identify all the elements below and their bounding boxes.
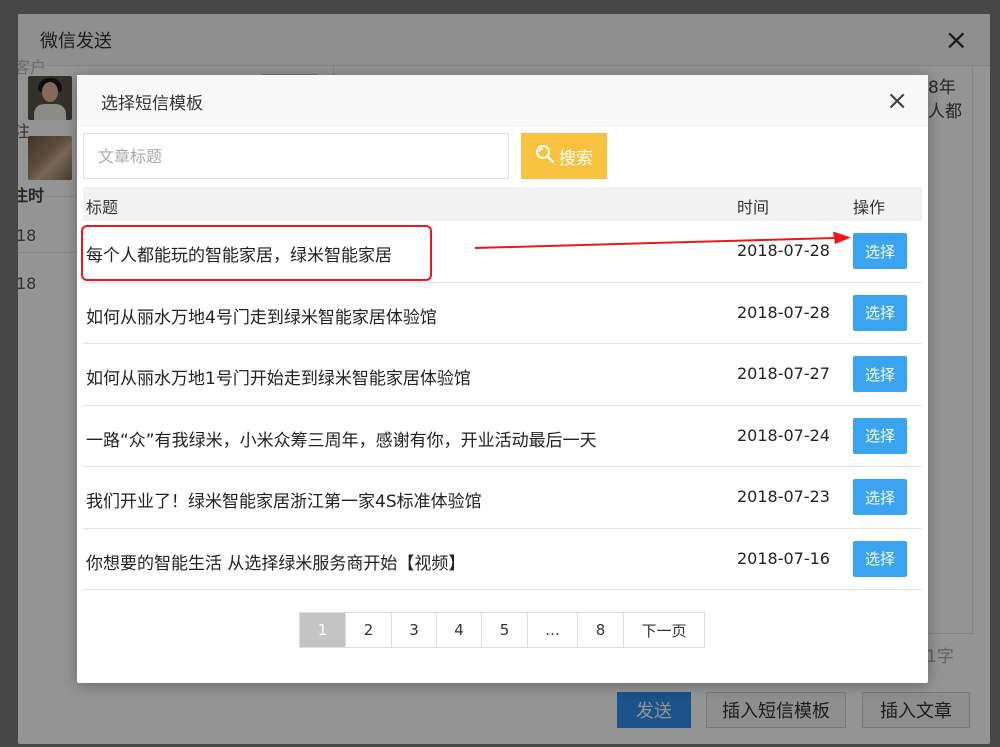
- column-header-time: 时间: [737, 198, 770, 217]
- page-button-2[interactable]: 2: [346, 613, 392, 647]
- row-title: 如何从丽水万地4号门走到绿米智能家居体验馆: [86, 307, 437, 328]
- select-button[interactable]: 选择: [853, 417, 907, 454]
- row-title: 你想要的智能生活 从选择绿米服务商开始【视频】: [86, 553, 466, 574]
- select-button[interactable]: 选择: [853, 233, 907, 269]
- table-row: 我们开业了！绿米智能家居浙江第一家4S标准体验馆 2018-07-23 选择: [83, 467, 922, 529]
- page-button-4[interactable]: 4: [437, 613, 482, 647]
- close-icon[interactable]: ×: [886, 88, 908, 114]
- page-ellipsis: …: [528, 613, 578, 647]
- page-button-1[interactable]: 1: [300, 613, 346, 647]
- column-header-action: 操作: [853, 198, 886, 217]
- search-input[interactable]: [83, 133, 509, 179]
- row-title: 一路“众”有我绿米，小米众筹三周年，感谢有你，开业活动最后一天: [86, 430, 597, 451]
- select-button[interactable]: 选择: [853, 479, 907, 515]
- row-title: 我们开业了！绿米智能家居浙江第一家4S标准体验馆: [86, 492, 482, 512]
- template-table: 标题 时间 操作 每个人都能玩的智能家居，绿米智能家居 2018-07-28 选…: [83, 187, 922, 590]
- select-button[interactable]: 选择: [853, 540, 907, 577]
- select-button[interactable]: 选择: [853, 294, 907, 331]
- page-button-3[interactable]: 3: [392, 613, 437, 647]
- row-date: 2018-07-27: [737, 364, 830, 383]
- select-button[interactable]: 选择: [853, 356, 907, 392]
- table-row: 你想要的智能生活 从选择绿米服务商开始【视频】 2018-07-16 选择: [83, 529, 922, 590]
- row-date: 2018-07-23: [737, 487, 830, 506]
- pagination: 1 2 3 4 5 … 8 下一页: [299, 612, 705, 648]
- column-header-title: 标题: [86, 198, 119, 217]
- modal-header: 选择短信模板: [77, 75, 928, 127]
- modal-title: 选择短信模板: [101, 93, 203, 114]
- table-row: 一路“众”有我绿米，小米众筹三周年，感谢有你，开业活动最后一天 2018-07-…: [83, 406, 922, 467]
- row-date: 2018-07-28: [737, 302, 830, 322]
- row-date: 2018-07-28: [737, 241, 830, 260]
- row-title: 每个人都能玩的智能家居，绿米智能家居: [86, 246, 392, 266]
- search-icon: [535, 144, 555, 169]
- sms-template-modal: 选择短信模板 × 搜索 标题 时间 操作 每个人都能玩的智能家居，绿米智能家居 …: [77, 75, 928, 683]
- search-button-label: 搜索: [559, 148, 593, 169]
- row-date: 2018-07-16: [737, 548, 830, 568]
- table-row: 每个人都能玩的智能家居，绿米智能家居 2018-07-28 选择: [83, 221, 922, 283]
- search-button[interactable]: 搜索: [521, 133, 607, 179]
- row-title: 如何从丽水万地1号门开始走到绿米智能家居体验馆: [86, 369, 471, 389]
- page-button-8[interactable]: 8: [578, 613, 624, 647]
- page-button-5[interactable]: 5: [482, 613, 528, 647]
- row-date: 2018-07-24: [737, 425, 830, 445]
- table-header: 标题 时间 操作: [83, 187, 922, 221]
- table-row: 如何从丽水万地1号门开始走到绿米智能家居体验馆 2018-07-27 选择: [83, 344, 922, 406]
- next-page-button[interactable]: 下一页: [624, 613, 704, 647]
- table-row: 如何从丽水万地4号门走到绿米智能家居体验馆 2018-07-28 选择: [83, 283, 922, 344]
